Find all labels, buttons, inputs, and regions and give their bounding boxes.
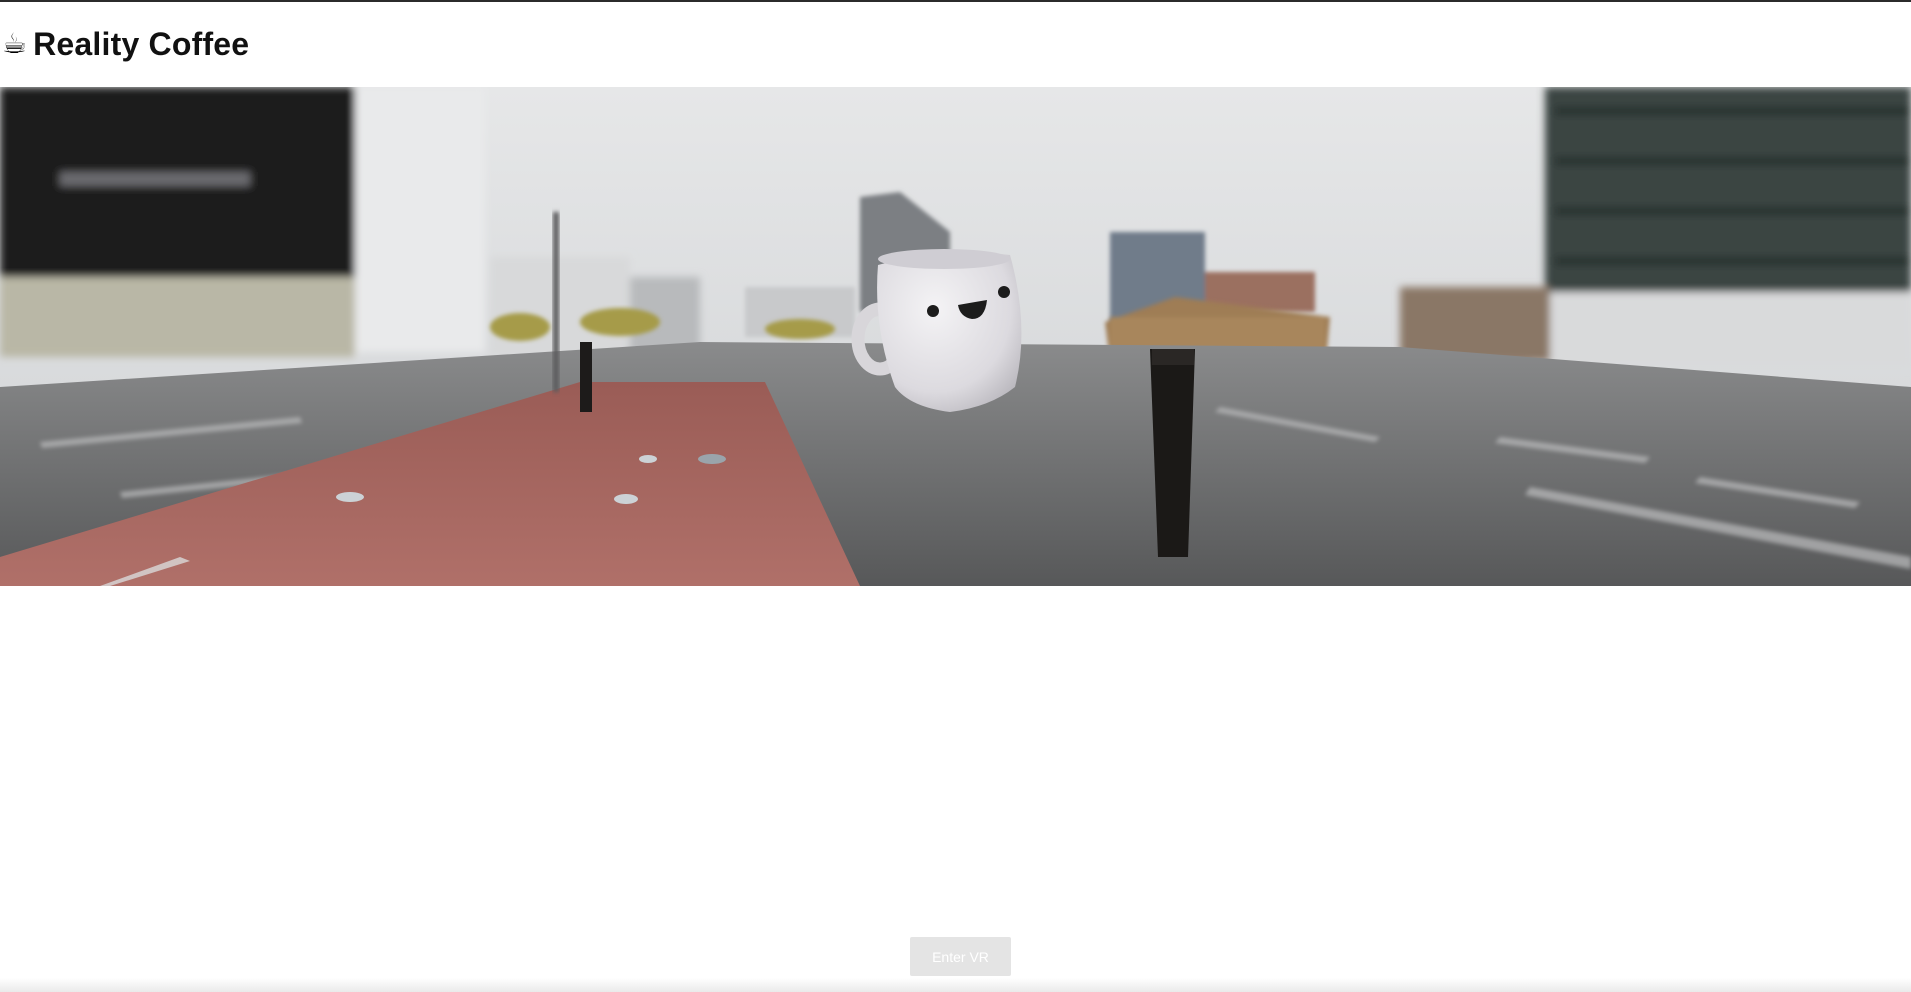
vr-scene-canvas[interactable] <box>0 87 1911 586</box>
bottom-shadow <box>0 978 1911 992</box>
coffee-cup-icon: ☕ <box>2 27 28 60</box>
page-title: Reality Coffee <box>33 25 250 62</box>
panorama-view <box>0 87 1911 586</box>
top-border <box>0 0 1911 2</box>
page-header: ☕ Reality Coffee <box>0 20 249 68</box>
enter-vr-button[interactable]: Enter VR <box>910 937 1011 976</box>
